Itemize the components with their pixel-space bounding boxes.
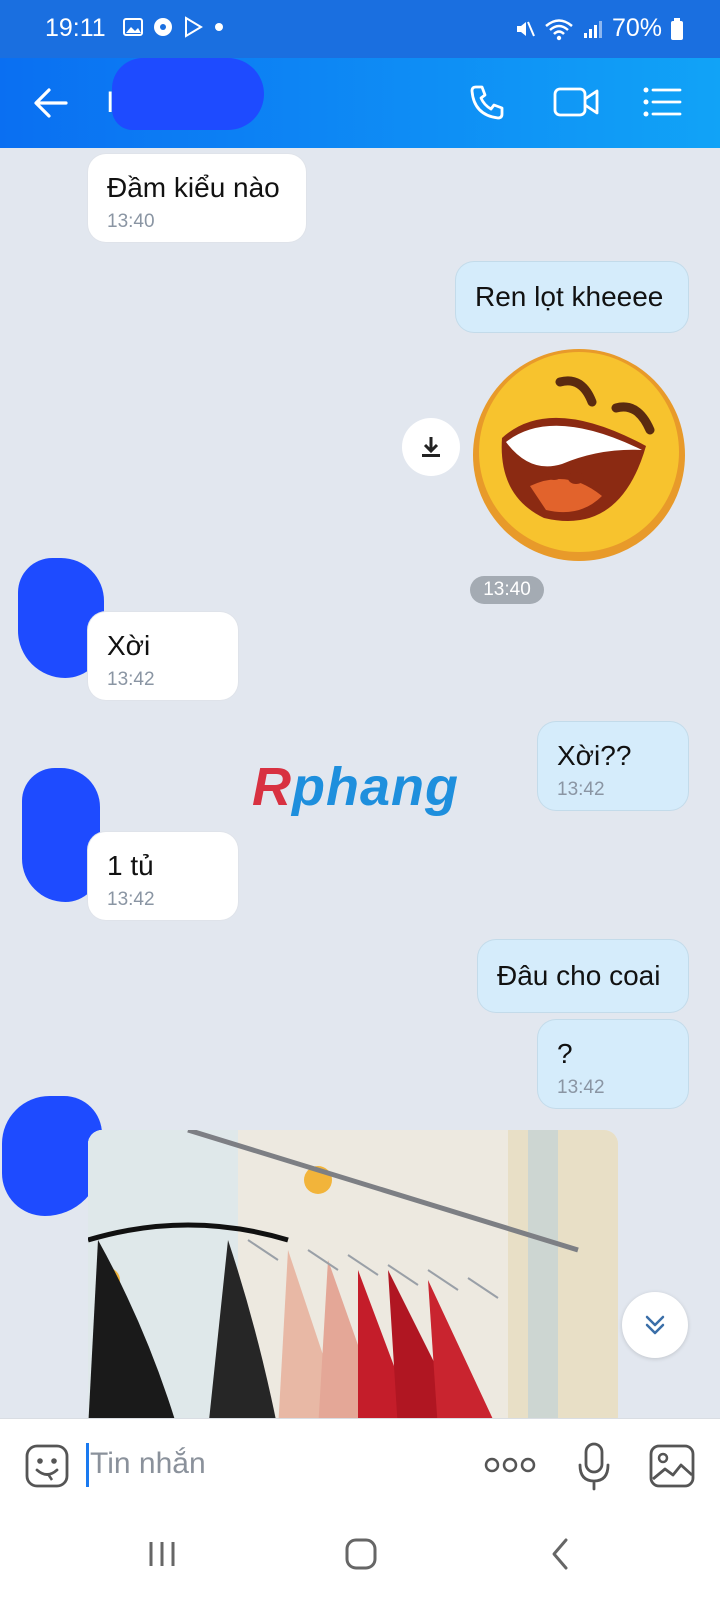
- image-message[interactable]: [88, 1130, 618, 1418]
- home-button[interactable]: [344, 1534, 378, 1579]
- chat-header: I: [0, 58, 720, 148]
- list-menu-icon: [643, 87, 682, 117]
- watermark-letter: R: [252, 757, 292, 817]
- status-time: 19:11: [45, 14, 106, 42]
- system-navigation-bar: [0, 1514, 720, 1600]
- signal-icon: [583, 20, 602, 38]
- disc-icon: [154, 18, 172, 36]
- redaction-blob: [112, 58, 264, 130]
- message-time: 13:42: [107, 669, 155, 690]
- back-button[interactable]: [32, 84, 70, 127]
- arrow-left-icon: [34, 88, 68, 118]
- menu-button[interactable]: [642, 82, 682, 127]
- message-bubble[interactable]: ? 13:42: [538, 1020, 688, 1108]
- avatar-redaction: [2, 1096, 102, 1216]
- gallery-icon: [123, 18, 143, 36]
- image-icon: [649, 1444, 695, 1488]
- message-text: 1 tủ: [107, 850, 154, 881]
- message-text: Xời??: [557, 740, 632, 771]
- chevron-double-down-icon: [645, 1315, 665, 1335]
- battery-icon: [671, 17, 683, 40]
- message-composer: Tin nhắn: [0, 1418, 720, 1514]
- message-bubble[interactable]: 1 tủ 13:42: [88, 832, 238, 920]
- sticker-button[interactable]: [24, 1443, 70, 1494]
- recent-apps-button[interactable]: [146, 1534, 178, 1579]
- mute-icon: [516, 21, 535, 36]
- more-horizontal-icon: [484, 1457, 536, 1473]
- message-input[interactable]: Tin nhắn: [90, 1447, 206, 1481]
- message-bubble[interactable]: Đầm kiểu nào 13:40: [88, 154, 306, 242]
- notification-icons: [122, 16, 226, 38]
- voice-record-button[interactable]: [576, 1441, 612, 1496]
- laughing-face-sticker[interactable]: [470, 346, 688, 564]
- message-text: Đâu cho coai: [497, 960, 661, 991]
- play-store-icon: [185, 16, 203, 38]
- message-bubble[interactable]: Xời 13:42: [88, 612, 238, 700]
- message-time: 13:42: [557, 779, 605, 800]
- sticker-time: 13:40: [470, 576, 544, 604]
- message-text: Xời: [107, 630, 151, 661]
- wifi-icon: [545, 18, 573, 40]
- call-button[interactable]: [468, 82, 508, 127]
- message-bubble[interactable]: Xời?? 13:42: [538, 722, 688, 810]
- microphone-icon: [578, 1442, 610, 1491]
- text-caret: [86, 1443, 89, 1487]
- home-icon: [345, 1538, 377, 1570]
- message-bubble[interactable]: Đâu cho coai: [478, 940, 688, 1012]
- message-time: 13:42: [557, 1077, 605, 1098]
- watermark-logo: Rphang: [252, 756, 459, 818]
- message-text: Đầm kiểu nào: [107, 172, 280, 203]
- emoji-sticker-icon: [25, 1444, 69, 1488]
- gallery-button[interactable]: [648, 1443, 696, 1494]
- video-camera-icon: [553, 87, 599, 117]
- download-icon: [422, 437, 440, 457]
- photo-content: [88, 1130, 618, 1418]
- phone-icon: [470, 85, 504, 120]
- status-bar: 19:11 70%: [0, 0, 720, 58]
- scroll-to-bottom-button[interactable]: [622, 1292, 688, 1358]
- download-button[interactable]: [402, 418, 460, 476]
- message-time: 13:42: [107, 889, 155, 910]
- chevron-left-icon: [552, 1538, 568, 1570]
- battery-percent: 70%: [611, 14, 662, 42]
- message-list[interactable]: Đầm kiểu nào 13:40 Ren lọt kheeee 13:40 …: [0, 148, 720, 1418]
- recent-apps-icon: [149, 1542, 175, 1566]
- message-bubble[interactable]: Ren lọt kheeee: [456, 262, 688, 332]
- message-text: Ren lọt kheeee: [475, 281, 664, 312]
- more-options-button[interactable]: [484, 1453, 536, 1482]
- system-status: 70%: [514, 14, 684, 43]
- message-time: 13:40: [107, 211, 155, 232]
- video-call-button[interactable]: [552, 82, 600, 127]
- message-text: ?: [557, 1038, 573, 1069]
- back-nav-button[interactable]: [548, 1534, 572, 1579]
- watermark-text: phang: [292, 757, 459, 817]
- more-dot-icon: [215, 23, 223, 31]
